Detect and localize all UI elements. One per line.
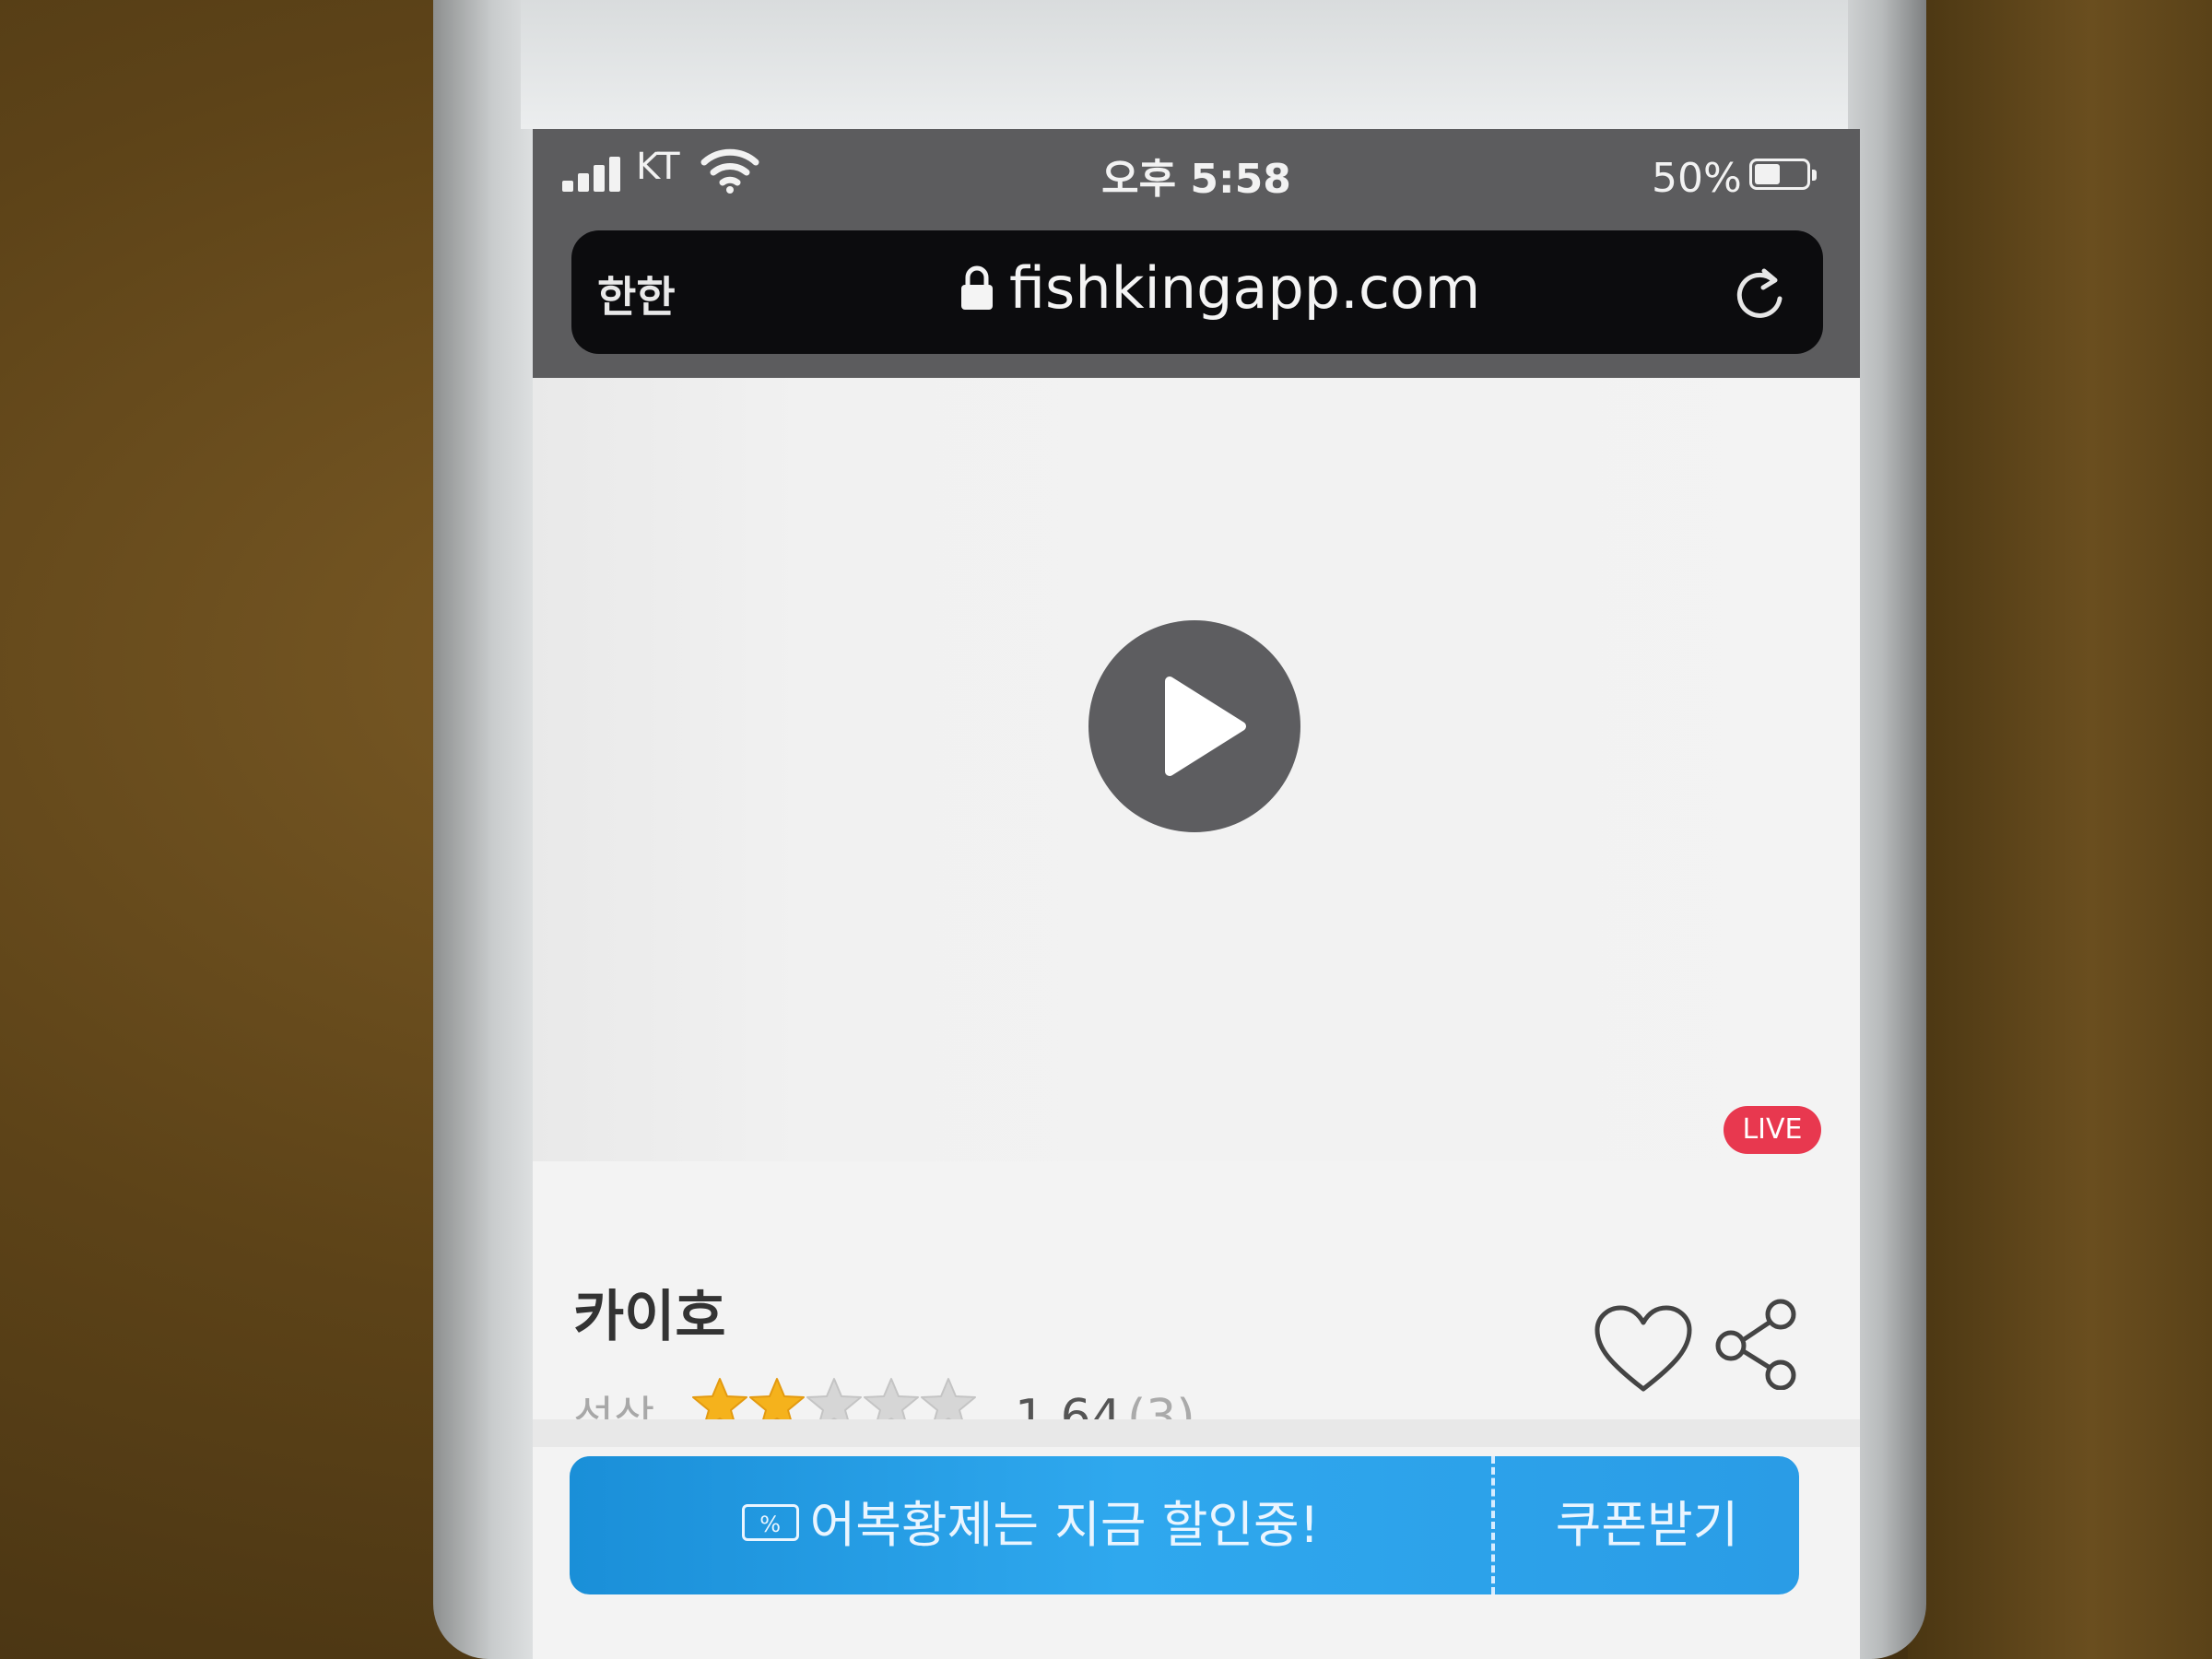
get-coupon-button[interactable]: 쿠폰받기 [1495, 1456, 1799, 1594]
video-player[interactable]: LIVE [533, 378, 1860, 1161]
coupon-banner[interactable]: % 어복황제는 지금 할인중! 쿠폰받기 [570, 1456, 1799, 1594]
desk-surface [1908, 0, 2212, 1659]
phone-bezel [521, 0, 1848, 129]
listing-info: 카이호 선상 1.64 (3) [533, 1161, 1860, 1445]
boat-name: 카이호 [573, 1285, 726, 1349]
play-icon [1165, 677, 1246, 776]
address-bar[interactable]: 한한 fishkingapp.com [571, 230, 1823, 354]
lock-icon [961, 265, 993, 310]
coupon-message: 어복황제는 지금 할인중! [809, 1496, 1320, 1554]
heart-icon[interactable] [1593, 1304, 1694, 1396]
battery-percent: 50% [1652, 155, 1742, 202]
status-bar: KT 오후 5:58 50% [533, 129, 1860, 221]
section-divider [533, 1419, 1860, 1447]
reload-icon[interactable] [1731, 265, 1788, 323]
share-icon[interactable] [1711, 1298, 1803, 1390]
coupon-icon: % [741, 1504, 799, 1542]
play-button[interactable] [1088, 620, 1300, 832]
live-badge: LIVE [1724, 1106, 1821, 1154]
text-size-button[interactable]: 한한 [597, 264, 676, 324]
phone-screen: KT 오후 5:58 50% 한한 fishkingapp.com LIVE 카… [533, 129, 1860, 1659]
url-text[interactable]: fishkingapp.com [1009, 254, 1480, 322]
coupon-message-area[interactable]: % 어복황제는 지금 할인중! [570, 1456, 1491, 1594]
battery-icon [1749, 159, 1817, 190]
